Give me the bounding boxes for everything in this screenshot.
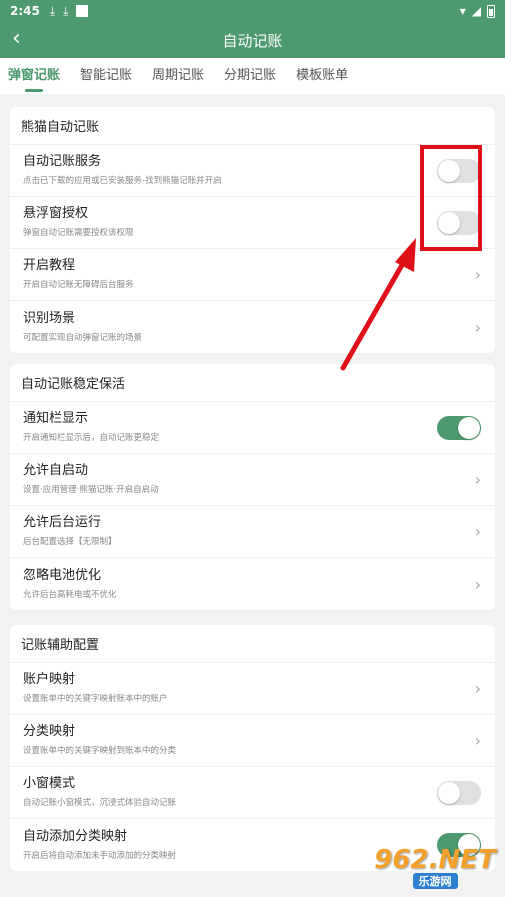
row-auto-service[interactable]: 自动记账服务 点击已下载的应用或已安装服务-找到熊猫记账并开启 [10,145,495,197]
row-subtitle: 设置账单中的关键字映射到账本中的分类 [23,746,177,756]
chevron-right-icon: › [474,574,481,594]
page-title: 自动记账 [222,31,283,50]
row-subtitle: 设置账单中的关键字映射账本中的账户 [23,694,168,704]
row-background-run[interactable]: 允许后台运行 后台配置选择【无限制】 › [10,506,495,558]
tab-bar: 弹窗记账 智能记账 周期记账 分期记账 模板账单 [0,58,505,94]
row-scenes[interactable]: 识别场景 可配置实现自动弹窗记账的场景 › [10,301,495,353]
status-bar: 2:45 ⤓ ⤓ ▾ ◢ [0,0,505,22]
signal-icon: ◢ [471,4,481,18]
section-header: 熊猫自动记账 [10,107,495,145]
wifi-icon: ▾ [459,4,466,18]
row-battery-optimization[interactable]: 忽略电池优化 允许后台高耗电或不优化 › [10,558,495,610]
tab-popup-bookkeeping[interactable]: 弹窗记账 [8,58,60,94]
row-subtitle: 开启通知栏显示后，自动记账更稳定 [23,433,160,443]
float-window-toggle[interactable] [437,210,481,235]
watermark-logo: 962.NET 乐游网 [371,843,499,891]
row-title: 自动记账服务 [23,154,102,169]
row-title: 账户映射 [23,672,76,687]
row-account-mapping[interactable]: 账户映射 设置账单中的关键字映射账本中的账户 › [10,663,495,715]
tab-installment-bookkeeping[interactable]: 分期记账 [224,58,276,94]
row-title: 开启教程 [23,258,76,273]
section-keep-alive: 自动记账稳定保活 通知栏显示 开启通知栏显示后，自动记账更稳定 允许自启动 设置… [10,364,495,610]
download-icon-2: ⤓ [63,3,69,18]
row-title: 小窗模式 [23,776,76,791]
row-title: 通知栏显示 [23,411,89,426]
section-header: 记账辅助配置 [10,625,495,663]
chevron-right-icon: › [474,731,481,750]
battery-icon [487,4,495,18]
row-subtitle: 后台配置选择【无限制】 [23,537,117,547]
row-subtitle: 设置·应用管理·熊猫记账·开启自启动 [23,485,159,495]
status-time: 2:45 [10,4,40,18]
watermark-brand: 962.NET [374,845,496,875]
auto-service-toggle[interactable] [437,158,481,183]
row-category-mapping[interactable]: 分类映射 设置账单中的关键字映射到账本中的分类 › [10,715,495,767]
row-tutorial[interactable]: 开启教程 开启自动记账无障碍后台服务 › [10,249,495,301]
notification-icon [76,5,89,17]
chevron-right-icon: › [474,265,481,284]
row-notification-bar[interactable]: 通知栏显示 开启通知栏显示后，自动记账更稳定 [10,402,495,454]
chevron-right-icon: › [474,470,481,489]
chevron-right-icon: › [474,522,481,541]
app-bar: ‹ 自动记账 [0,22,505,58]
row-title: 允许自启动 [23,463,89,478]
download-icon: ⤓ [49,3,56,18]
chevron-right-icon: › [474,317,481,337]
notification-bar-toggle[interactable] [437,415,481,440]
row-subtitle: 开启自动记账无障碍后台服务 [23,280,134,290]
row-subtitle: 自动记账小窗模式，沉浸式体验自动记账 [23,798,177,808]
row-small-window[interactable]: 小窗模式 自动记账小窗模式，沉浸式体验自动记账 [10,767,495,819]
section-header: 自动记账稳定保活 [10,364,495,402]
row-title: 允许后台运行 [23,515,102,530]
watermark-sub: 乐游网 [412,873,458,889]
row-subtitle: 弹窗自动记账需要授权该权限 [23,228,134,238]
row-float-window[interactable]: 悬浮窗授权 弹窗自动记账需要授权该权限 [10,197,495,249]
tab-template-bills[interactable]: 模板账单 [296,58,348,94]
tab-smart-bookkeeping[interactable]: 智能记账 [80,58,132,94]
row-title: 忽略电池优化 [23,567,102,583]
row-title: 悬浮窗授权 [23,206,89,221]
row-subtitle: 点击已下载的应用或已安装服务-找到熊猫记账并开启 [23,176,222,186]
row-auto-start[interactable]: 允许自启动 设置·应用管理·熊猫记账·开启自启动 › [10,454,495,506]
section-panda-auto: 熊猫自动记账 自动记账服务 点击已下载的应用或已安装服务-找到熊猫记账并开启 悬… [10,107,495,353]
row-subtitle: 可配置实现自动弹窗记账的场景 [23,332,143,343]
small-window-toggle[interactable] [437,780,481,805]
tab-periodic-bookkeeping[interactable]: 周期记账 [152,58,204,94]
section-assist-config: 记账辅助配置 账户映射 设置账单中的关键字映射账本中的账户 › 分类映射 设置账… [10,625,495,871]
row-title: 分类映射 [23,724,76,739]
chevron-right-icon: › [474,679,481,698]
row-title: 识别场景 [23,310,76,326]
arrow-left-icon[interactable]: ‹ [12,26,21,51]
row-subtitle: 允许后台高耗电或不优化 [23,589,117,600]
